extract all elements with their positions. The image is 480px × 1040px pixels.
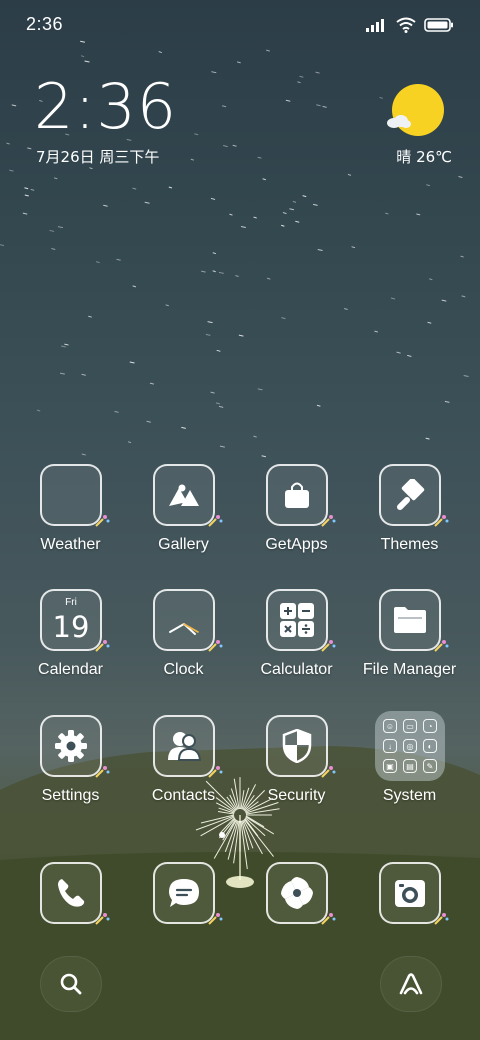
app-vault-icon bbox=[399, 973, 423, 995]
app-system-folder[interactable]: ☺ ▭ ◔ ↓ ◎ ◐ ▣ ▤ ✎ System bbox=[353, 711, 466, 825]
aperture-icon bbox=[266, 862, 328, 924]
app-label: Calculator bbox=[260, 661, 333, 678]
sparkle-badge-icon bbox=[95, 640, 110, 652]
sparkle-badge-icon bbox=[434, 913, 449, 925]
app-label: Calendar bbox=[38, 661, 103, 678]
app-vault-button[interactable] bbox=[380, 956, 442, 1012]
paint-brush-icon bbox=[379, 464, 441, 526]
app-getapps[interactable]: GetApps bbox=[240, 464, 353, 574]
app-label: Gallery bbox=[158, 536, 209, 553]
dock-messages[interactable] bbox=[127, 862, 240, 972]
gallery-icon bbox=[153, 464, 215, 526]
mini-app-icon: ▤ bbox=[403, 759, 417, 773]
app-themes[interactable]: Themes bbox=[353, 464, 466, 574]
sparkle-badge-icon bbox=[208, 913, 223, 925]
sparkle-badge-icon bbox=[321, 515, 336, 527]
gear-icon bbox=[40, 715, 102, 777]
battery-icon bbox=[424, 18, 453, 32]
sparkle-badge-icon bbox=[208, 640, 223, 652]
search-button[interactable] bbox=[40, 956, 102, 1012]
sparkle-badge-icon bbox=[321, 766, 336, 778]
weather-text: 晴 26℃ bbox=[396, 148, 452, 166]
weather-icon bbox=[40, 464, 102, 526]
status-icons bbox=[366, 15, 454, 35]
sparkle-badge-icon bbox=[434, 515, 449, 527]
sparkle-badge-icon bbox=[321, 913, 336, 925]
weather-widget[interactable]: 晴 26℃ bbox=[352, 80, 452, 170]
app-settings[interactable]: Settings bbox=[14, 715, 127, 825]
camera-icon bbox=[379, 862, 441, 924]
calendar-day-label: Fri bbox=[65, 597, 77, 608]
app-gallery[interactable]: Gallery bbox=[127, 464, 240, 574]
app-label: Settings bbox=[41, 787, 100, 804]
app-file-manager[interactable]: File Manager bbox=[353, 589, 466, 699]
status-bar: 2:36 bbox=[0, 0, 480, 50]
app-label: File Manager bbox=[362, 661, 457, 678]
app-label: GetApps bbox=[265, 536, 328, 553]
sparkle-badge-icon bbox=[321, 640, 336, 652]
app-clock[interactable]: Clock bbox=[127, 589, 240, 699]
folder-icon bbox=[379, 589, 441, 651]
search-icon bbox=[60, 973, 82, 995]
cellular-signal-icon bbox=[366, 19, 384, 32]
calendar-icon: Fri 19 bbox=[40, 589, 102, 651]
folder-grid-icon: ☺ ▭ ◔ ↓ ◎ ◐ ▣ ▤ ✎ bbox=[375, 711, 445, 781]
app-weather[interactable]: Weather bbox=[14, 464, 127, 574]
sparkle-badge-icon bbox=[95, 766, 110, 778]
sparkle-badge-icon bbox=[208, 515, 223, 527]
mini-app-icon: ↓ bbox=[383, 739, 397, 753]
dock-browser[interactable] bbox=[240, 862, 353, 972]
clock-icon bbox=[153, 589, 215, 651]
messages-icon bbox=[153, 862, 215, 924]
phone-icon bbox=[40, 862, 102, 924]
sparkle-badge-icon bbox=[95, 913, 110, 925]
mini-app-icon: ☺ bbox=[383, 719, 397, 733]
mini-app-icon: ◐ bbox=[423, 739, 437, 753]
shopping-bag-icon bbox=[266, 464, 328, 526]
app-label: System bbox=[382, 787, 437, 804]
mini-app-icon: ▭ bbox=[403, 719, 417, 733]
calculator-icon bbox=[266, 589, 328, 651]
cloud-icon bbox=[387, 115, 411, 128]
mini-app-icon: ◎ bbox=[403, 739, 417, 753]
sun-with-cloud-icon bbox=[392, 84, 444, 136]
wifi-icon bbox=[396, 17, 416, 33]
calendar-day-number: 19 bbox=[52, 610, 90, 644]
app-label: Clock bbox=[163, 661, 204, 678]
mini-app-icon: ✎ bbox=[423, 759, 437, 773]
app-label: Themes bbox=[380, 536, 439, 553]
page-indicator[interactable] bbox=[219, 832, 225, 838]
clock-widget-time[interactable]: 2:36 bbox=[34, 76, 177, 138]
app-label: Weather bbox=[40, 536, 101, 553]
mini-app-icon: ▣ bbox=[383, 759, 397, 773]
mini-app-icon: ◔ bbox=[423, 719, 437, 733]
clock-widget-date: 7月26日 周三下午 bbox=[36, 148, 160, 166]
sparkle-badge-icon bbox=[95, 515, 110, 527]
sparkle-badge-icon bbox=[434, 640, 449, 652]
app-calendar[interactable]: Fri 19 Calendar bbox=[14, 589, 127, 699]
app-calculator[interactable]: Calculator bbox=[240, 589, 353, 699]
status-time: 2:36 bbox=[26, 14, 64, 34]
